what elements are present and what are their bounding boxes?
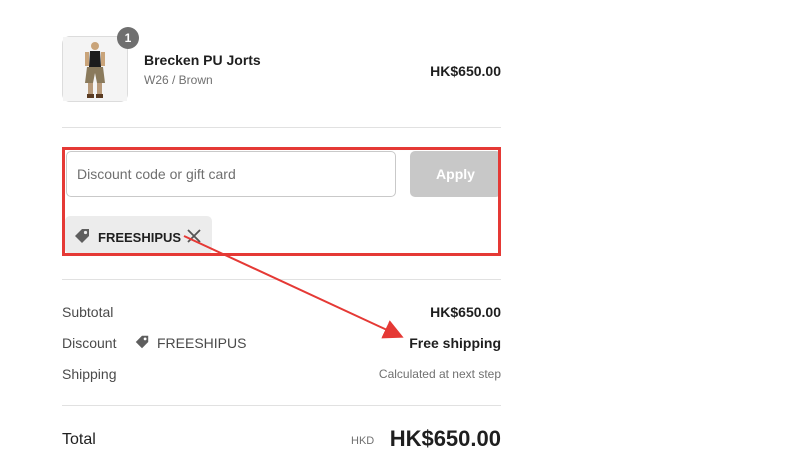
divider [62, 279, 501, 280]
discount-code: FREESHIPUS [157, 335, 247, 351]
product-thumbnail [62, 36, 128, 102]
subtotal-value: HK$650.00 [430, 304, 501, 320]
discount-label: Discount [62, 335, 117, 351]
shipping-value: Calculated at next step [378, 367, 501, 381]
highlight-box [62, 147, 501, 256]
product-price: HK$650.00 [430, 63, 501, 79]
discount-value: Free shipping [409, 335, 501, 351]
quantity-badge: 1 [117, 27, 139, 49]
total-currency: HKD [351, 435, 375, 447]
product-name: Brecken PU Jorts [144, 52, 261, 68]
divider [62, 127, 501, 128]
subtotal-label: Subtotal [62, 304, 114, 320]
product-photo [63, 37, 127, 101]
product-variant: W26 / Brown [144, 73, 213, 87]
total-amount: HK$650.00 [389, 426, 501, 451]
shipping-label: Shipping [62, 366, 117, 382]
divider [62, 405, 501, 406]
tag-icon [135, 335, 149, 349]
total-label: Total [62, 431, 96, 448]
